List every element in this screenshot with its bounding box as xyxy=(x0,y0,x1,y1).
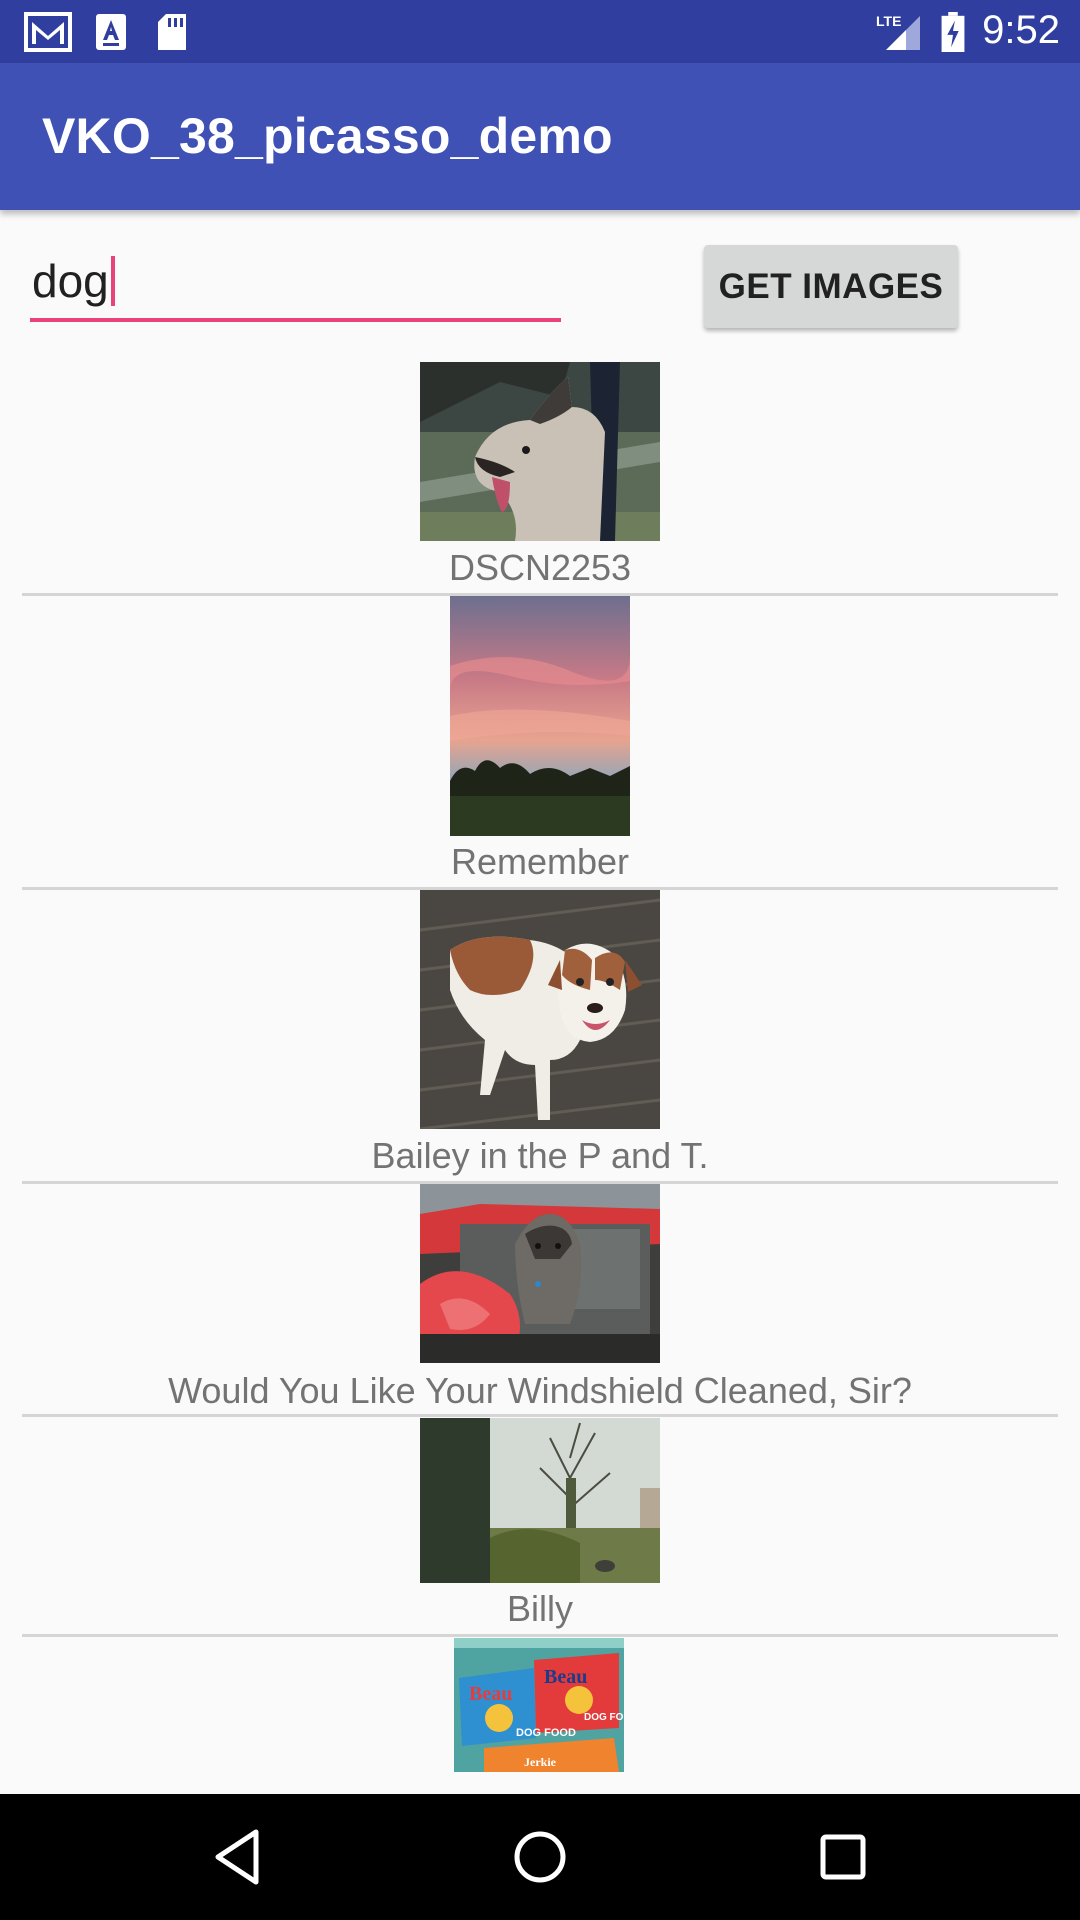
svg-text:LTE: LTE xyxy=(876,13,901,29)
husky-dog-photo xyxy=(420,362,660,541)
search-input-value: dog xyxy=(32,254,115,310)
image-caption: Remember xyxy=(450,841,630,882)
svg-text:Beau: Beau xyxy=(469,1683,512,1705)
app-bar: VKO_38_picasso_demo xyxy=(0,63,1080,210)
svg-text:Jerkie: Jerkie xyxy=(524,1755,557,1769)
recents-icon[interactable] xyxy=(818,1827,868,1887)
navigation-bar xyxy=(0,1794,1080,1920)
trees-field-photo xyxy=(420,1418,660,1583)
image-caption: Bailey in the P and T. xyxy=(371,1135,709,1176)
svg-text:DOG FOOD: DOG FOOD xyxy=(584,1712,624,1723)
back-icon[interactable] xyxy=(212,1827,262,1887)
list-item[interactable]: DSCN2253 xyxy=(0,362,1080,595)
status-bar: LTE 9:52 xyxy=(0,0,1080,63)
battery-charging-icon xyxy=(941,12,965,52)
signal-icon: LTE xyxy=(876,13,920,50)
gmail-icon xyxy=(24,12,72,52)
svg-text:DOG FOOD: DOG FOOD xyxy=(516,1727,576,1739)
dog-in-car-photo xyxy=(420,1184,660,1363)
dog-food-packaging-photo: Beau Beau DOG FOOD DOG FOOD Jerkie xyxy=(454,1638,624,1772)
text-cursor xyxy=(110,255,115,306)
brown-white-dog-photo xyxy=(420,890,660,1129)
text-icon xyxy=(96,14,126,50)
get-images-button[interactable]: GET IMAGES xyxy=(704,245,958,328)
list-item[interactable]: Remember xyxy=(0,596,1080,887)
image-caption: Billy xyxy=(506,1588,573,1629)
sunset-sky-photo xyxy=(450,596,630,836)
sd-card-icon xyxy=(158,14,186,50)
home-icon[interactable] xyxy=(510,1827,570,1887)
image-caption: DSCN2253 xyxy=(448,547,632,588)
image-caption: Would You Like Your Windshield Cleaned, … xyxy=(168,1370,912,1411)
status-time: 9:52 xyxy=(982,8,1060,52)
divider xyxy=(22,1634,1058,1637)
list-item[interactable]: Would You Like Your Windshield Cleaned, … xyxy=(0,1184,1080,1416)
svg-text:Beau: Beau xyxy=(544,1666,587,1688)
list-item[interactable]: Bailey in the P and T. xyxy=(0,890,1080,1181)
app-title: VKO_38_picasso_demo xyxy=(42,108,613,164)
list-item[interactable]: Beau Beau DOG FOOD DOG FOOD Jerkie xyxy=(0,1638,1080,1772)
list-item[interactable]: Billy xyxy=(0,1418,1080,1636)
divider xyxy=(22,1414,1058,1417)
search-input[interactable]: dog xyxy=(30,248,561,322)
